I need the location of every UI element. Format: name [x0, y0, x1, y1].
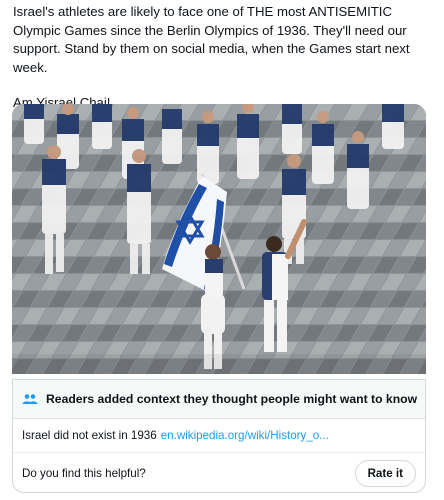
community-note-body: Israel did not exist in 1936 en.wikipedi…	[13, 419, 425, 453]
parade-photo-image	[12, 104, 426, 374]
community-note-footer: Do you find this helpful? Rate it	[13, 453, 425, 493]
community-note-text: Israel did not exist in 1936	[22, 429, 157, 442]
community-note-source-link[interactable]: en.wikipedia.org/wiki/History_o...	[161, 429, 329, 442]
tweet-text: Israel's athletes are likely to face one…	[13, 3, 433, 113]
rate-it-button[interactable]: Rate it	[354, 459, 416, 487]
community-note: Readers added context they thought peopl…	[12, 379, 426, 493]
helpful-question: Do you find this helpful?	[22, 466, 146, 480]
community-note-header: Readers added context they thought peopl…	[13, 380, 425, 419]
people-icon	[22, 392, 38, 406]
tweet-paragraph-1: Israel's athletes are likely to face one…	[13, 4, 410, 75]
tweet-photo[interactable]	[12, 104, 426, 374]
community-note-title: Readers added context they thought peopl…	[46, 392, 418, 406]
